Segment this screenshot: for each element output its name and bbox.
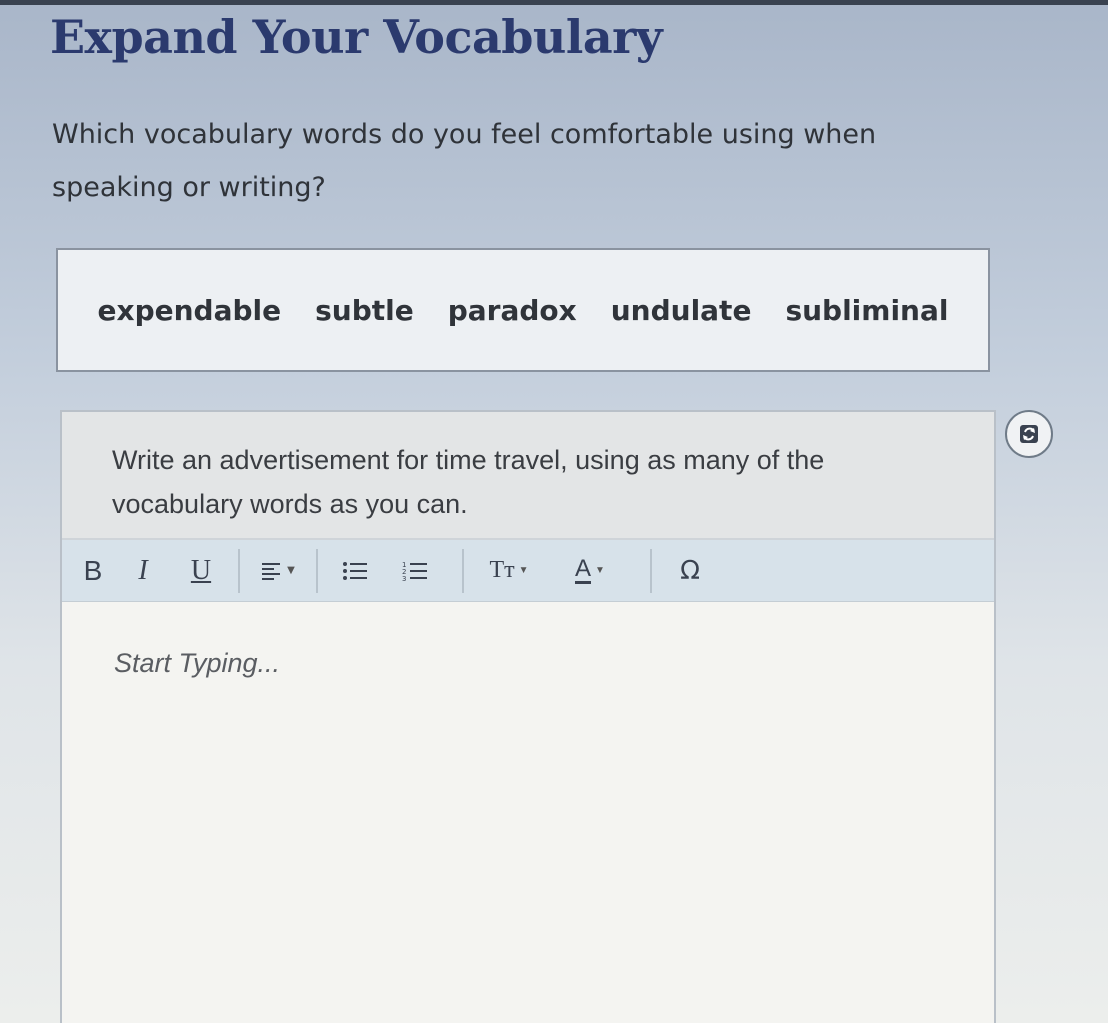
- word-bank-item: subtle: [315, 293, 414, 327]
- text-color-label: A: [575, 555, 592, 584]
- font-size-dropdown[interactable]: Tт ▼: [476, 550, 542, 592]
- question-prompt: Which vocabulary words do you feel comfo…: [52, 119, 877, 203]
- bold-button[interactable]: B: [76, 550, 110, 592]
- instructions-text: Write an advertisement for time travel, …: [112, 445, 825, 519]
- bulleted-list-icon: [343, 561, 367, 580]
- align-left-icon: [262, 562, 281, 580]
- word-bank-item: undulate: [610, 293, 752, 327]
- chevron-down-icon: ▼: [595, 565, 605, 576]
- underline-label: U: [190, 554, 212, 586]
- page-title: Expand Your Vocabulary: [50, 10, 663, 64]
- svg-text:3: 3: [402, 575, 406, 582]
- refresh-icon: [1020, 425, 1038, 443]
- toolbar-separator: [316, 548, 318, 593]
- toolbar-separator: [238, 548, 240, 593]
- bulleted-list-button[interactable]: [330, 550, 380, 592]
- bold-label: B: [83, 554, 103, 586]
- top-border: [0, 0, 1108, 5]
- font-size-label: Tт: [489, 557, 515, 583]
- editor-placeholder: Start Typing...: [114, 648, 281, 678]
- toolbar-separator: [462, 548, 464, 593]
- editor-instructions: Write an advertisement for time travel, …: [62, 412, 994, 540]
- editor-toolbar: B I U ▼ 1 2 3 Tт ▼ A ▼ Ω: [62, 540, 994, 602]
- response-editor: Write an advertisement for time travel, …: [60, 410, 996, 1023]
- word-bank: expendable subtle paradox undulate subli…: [56, 248, 990, 372]
- chevron-down-icon: ▼: [518, 565, 529, 576]
- word-bank-item: paradox: [447, 293, 577, 327]
- underline-button[interactable]: U: [176, 550, 226, 592]
- word-bank-item: subliminal: [785, 293, 949, 327]
- numbered-list-button[interactable]: 1 2 3: [380, 550, 450, 592]
- text-color-dropdown[interactable]: A ▼: [542, 550, 638, 592]
- refresh-button[interactable]: [1005, 410, 1053, 458]
- word-bank-item: expendable: [97, 293, 282, 327]
- italic-button[interactable]: I: [110, 550, 176, 592]
- numbered-list-icon: 1 2 3: [402, 561, 427, 582]
- chevron-down-icon: ▼: [287, 565, 295, 576]
- italic-label: I: [138, 554, 148, 586]
- omega-icon: Ω: [680, 555, 700, 586]
- toolbar-separator: [650, 548, 652, 593]
- align-dropdown[interactable]: ▼: [252, 550, 304, 592]
- text-input-area[interactable]: Start Typing...: [62, 602, 994, 679]
- special-character-button[interactable]: Ω: [664, 550, 716, 592]
